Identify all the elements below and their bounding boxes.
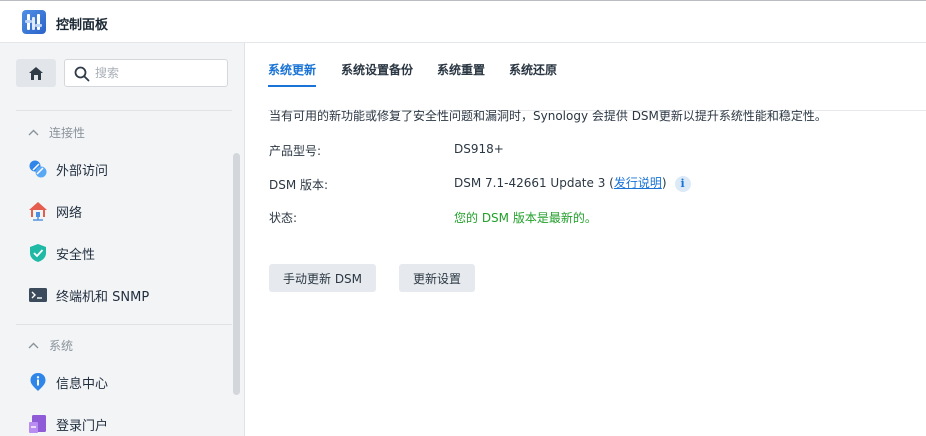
- group-header-label: 连接性: [49, 125, 86, 140]
- group-header-system[interactable]: 系统: [28, 335, 73, 355]
- window-title: 控制面板: [56, 18, 109, 33]
- network-house-icon: [28, 201, 48, 221]
- sidebar-item-info-center[interactable]: 信息中心: [16, 363, 232, 401]
- sidebar-item-label: 外部访问: [56, 163, 109, 179]
- version-label: DSM 版本:: [269, 178, 329, 192]
- chevron-up-icon: [28, 342, 39, 348]
- group-header-label: 系统: [49, 338, 74, 353]
- sidebar-item-label: 信息中心: [56, 376, 109, 392]
- sidebar-item-external-access[interactable]: 外部访问: [16, 150, 232, 188]
- shield-check-icon: [28, 243, 48, 263]
- model-value: DS918+: [454, 142, 504, 156]
- sidebar: 连接性 外部访问: [0, 43, 245, 436]
- home-icon: [29, 66, 43, 80]
- control-panel-window: 控制面板 连接性: [0, 0, 926, 436]
- tab-system-restore[interactable]: 系统还原: [509, 61, 557, 83]
- sidebar-scrollbar-thumb[interactable]: [233, 153, 240, 395]
- tab-settings-backup[interactable]: 系统设置备份: [341, 61, 413, 83]
- external-access-icon: [28, 159, 48, 179]
- update-description: 当有可用的新功能或修复了安全性问题和漏洞时，Synology 会提供 DSM更新…: [269, 109, 827, 123]
- sidebar-item-label: 登录门户: [56, 418, 109, 434]
- sidebar-item-label: 网络: [56, 205, 83, 221]
- title-bar: 控制面板: [0, 1, 926, 43]
- search-box[interactable]: [64, 59, 228, 87]
- group-header-connectivity[interactable]: 连接性: [28, 122, 85, 142]
- status-label: 状态:: [269, 211, 298, 225]
- control-panel-app-icon: [22, 10, 46, 34]
- sidebar-item-label: 终端机和 SNMP: [56, 289, 150, 305]
- sidebar-divider: [16, 110, 232, 111]
- version-text-suffix: ): [661, 176, 667, 190]
- chevron-up-icon: [28, 129, 39, 135]
- version-value: DSM 7.1-42661 Update 3 (发行说明) i: [454, 174, 691, 192]
- manual-update-button[interactable]: 手动更新 DSM: [269, 264, 377, 292]
- sidebar-item-label: 安全性: [56, 247, 96, 263]
- search-icon: [74, 66, 90, 82]
- login-portal-icon: [28, 414, 48, 434]
- sidebar-item-network[interactable]: 网络: [16, 192, 232, 230]
- release-notes-link[interactable]: 发行说明: [614, 176, 662, 190]
- home-button[interactable]: [16, 59, 56, 87]
- sidebar-item-login-portal[interactable]: 登录门户: [16, 405, 232, 436]
- version-text: DSM 7.1-42661 Update 3 (: [454, 176, 614, 190]
- tab-system-reset[interactable]: 系统重置: [437, 61, 485, 83]
- main-panel: 系统更新 系统设置备份 系统重置 系统还原 当有可用的新功能或修复了安全性问题和…: [246, 43, 926, 436]
- info-icon[interactable]: i: [674, 175, 691, 192]
- search-input[interactable]: [95, 63, 223, 83]
- model-label: 产品型号:: [269, 144, 322, 158]
- sidebar-divider: [16, 324, 232, 325]
- tab-bar: 系统更新 系统设置备份 系统重置 系统还原: [268, 43, 926, 111]
- update-settings-button[interactable]: 更新设置: [399, 264, 476, 292]
- info-pin-icon: [28, 372, 48, 392]
- sidebar-item-security[interactable]: 安全性: [16, 234, 232, 272]
- status-value: 您的 DSM 版本是最新的。: [454, 211, 597, 225]
- terminal-icon: [28, 285, 48, 305]
- tab-system-update[interactable]: 系统更新: [268, 61, 317, 87]
- sidebar-item-terminal-snmp[interactable]: 终端机和 SNMP: [16, 276, 232, 314]
